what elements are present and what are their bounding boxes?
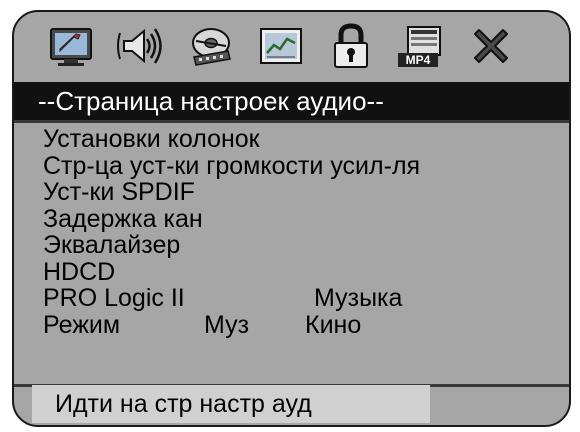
menu-item-speaker-setup[interactable]: Установки колонок — [43, 126, 563, 153]
menu-item-hdcd[interactable]: HDCD — [43, 257, 563, 286]
menu-item-label: Задержка кан — [43, 204, 203, 233]
menu-item-mode[interactable]: Режим Муз Кино — [43, 310, 563, 339]
menu-item-equalizer[interactable]: Эквалайзер — [43, 232, 563, 259]
menu-item-label: Уст-ки SPDIF — [43, 178, 195, 206]
menu-item-amp-volume-page[interactable]: Стр-ца уст-ки громкости усил-ля — [43, 151, 563, 180]
menu-item-label: Стр-ца уст-ки громкости усил-ля — [43, 151, 421, 180]
menu-item-channel-delay[interactable]: Задержка кан — [43, 204, 563, 233]
general-setup-icon[interactable] — [46, 21, 96, 71]
menu-item-spdif-setup[interactable]: Уст-ки SPDIF — [43, 179, 563, 206]
mp4-setup-icon[interactable]: MP4 — [396, 21, 446, 71]
page-title: --Страница настроек аудио-- — [14, 82, 569, 120]
mp4-icon-label: MP4 — [406, 53, 431, 67]
video-setup-icon[interactable] — [186, 21, 236, 71]
divider — [14, 120, 569, 123]
audio-settings-menu: Установки колонок Стр-ца уст-ки громкост… — [43, 126, 563, 338]
exit-icon[interactable] — [466, 21, 516, 71]
audio-setup-icon[interactable] — [116, 21, 166, 71]
menu-item-value-secondary: Кино — [305, 310, 362, 339]
audio-setup-panel: MP4 --Страница настроек аудио-- Установк… — [12, 10, 571, 427]
menu-item-label: HDCD — [43, 257, 116, 286]
menu-item-pro-logic-ii[interactable]: PRO Logic II Музыка — [43, 285, 563, 312]
preference-setup-icon[interactable] — [256, 21, 306, 71]
status-bar: Идти на стр настр ауд — [32, 385, 430, 423]
menu-item-value: Муз — [204, 310, 250, 339]
menu-item-label: Режим — [43, 310, 121, 339]
password-lock-icon[interactable] — [326, 21, 376, 71]
menu-item-label: Установки колонок — [43, 125, 260, 153]
setup-icon-bar: MP4 — [14, 12, 569, 80]
menu-item-label: Эквалайзер — [43, 231, 181, 259]
menu-item-value: Музыка — [314, 284, 403, 312]
menu-item-label: PRO Logic II — [43, 284, 185, 312]
